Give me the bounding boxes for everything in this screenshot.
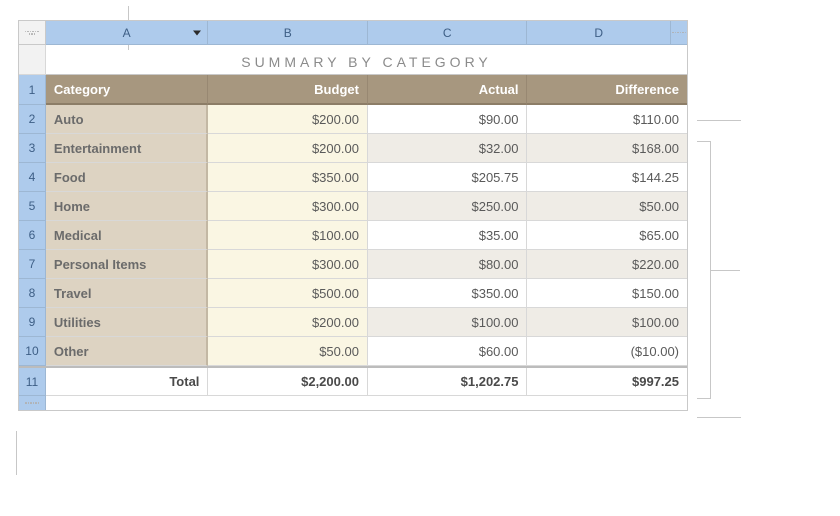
cell-actual[interactable]: $250.00 — [368, 192, 528, 221]
cell-actual[interactable]: $90.00 — [368, 105, 528, 134]
table-row: 5 Home $300.00 $250.00 $50.00 — [19, 192, 687, 221]
cell-actual[interactable]: $35.00 — [368, 221, 528, 250]
column-header-b[interactable]: B — [208, 21, 368, 45]
callout-line — [697, 141, 711, 142]
add-row-handle[interactable] — [19, 396, 46, 410]
callout-line — [697, 398, 711, 399]
cell-category[interactable]: Entertainment — [46, 134, 209, 163]
cell-budget[interactable]: $500.00 — [208, 279, 368, 308]
table-title-row: SUMMARY BY CATEGORY — [19, 45, 687, 75]
header-cell-category[interactable]: Category — [46, 75, 209, 105]
footer-budget[interactable]: $2,200.00 — [208, 368, 368, 396]
row-header[interactable]: 5 — [19, 192, 46, 221]
cell-actual[interactable]: $80.00 — [368, 250, 528, 279]
row-header[interactable]: 4 — [19, 163, 46, 192]
cell-difference[interactable]: $110.00 — [527, 105, 687, 134]
column-header-a[interactable]: A — [46, 21, 209, 45]
cell-category[interactable]: Other — [46, 337, 209, 366]
cell-difference[interactable]: $50.00 — [527, 192, 687, 221]
cell-difference[interactable]: ($10.00) — [527, 337, 687, 366]
spreadsheet-table: A B C D SUMMARY BY CATEGORY 1 Category B… — [18, 20, 688, 411]
footer-difference[interactable]: $997.25 — [527, 368, 687, 396]
cell-budget[interactable]: $100.00 — [208, 221, 368, 250]
cell-actual[interactable]: $100.00 — [368, 308, 528, 337]
cell-budget[interactable]: $350.00 — [208, 163, 368, 192]
column-header-row: A B C D — [19, 21, 687, 45]
cell-category[interactable]: Medical — [46, 221, 209, 250]
row-header[interactable]: 11 — [19, 368, 46, 396]
cell-actual[interactable]: $350.00 — [368, 279, 528, 308]
table-footer-row: 11 Total $2,200.00 $1,202.75 $997.25 — [19, 366, 687, 396]
row-header[interactable]: 2 — [19, 105, 46, 134]
grip-icon — [672, 25, 687, 40]
cell-budget[interactable]: $300.00 — [208, 192, 368, 221]
header-cell-budget[interactable]: Budget — [208, 75, 368, 105]
row-header[interactable]: 10 — [19, 337, 46, 366]
cell-budget[interactable]: $200.00 — [208, 134, 368, 163]
cell-difference[interactable]: $150.00 — [527, 279, 687, 308]
column-letter: D — [527, 26, 670, 40]
cell-difference[interactable]: $65.00 — [527, 221, 687, 250]
table-row: 9 Utilities $200.00 $100.00 $100.00 — [19, 308, 687, 337]
callout-line — [16, 431, 17, 475]
footer-label[interactable]: Total — [46, 368, 209, 396]
row-header[interactable]: 8 — [19, 279, 46, 308]
cell-difference[interactable]: $144.25 — [527, 163, 687, 192]
row-header-blank — [19, 45, 46, 75]
table-row: 8 Travel $500.00 $350.00 $150.00 — [19, 279, 687, 308]
cell-difference[interactable]: $168.00 — [527, 134, 687, 163]
cell-category[interactable]: Personal Items — [46, 250, 209, 279]
add-row-handle-row — [19, 396, 687, 410]
cell-category[interactable]: Food — [46, 163, 209, 192]
table-header-row: 1 Category Budget Actual Difference — [19, 75, 687, 105]
table-row: 2 Auto $200.00 $90.00 $110.00 — [19, 105, 687, 134]
column-letter: B — [208, 26, 367, 40]
column-letter: A — [46, 26, 208, 40]
cell-category[interactable]: Travel — [46, 279, 209, 308]
row-header[interactable]: 1 — [19, 75, 46, 105]
table-row: 10 Other $50.00 $60.00 ($10.00) — [19, 337, 687, 366]
cell-budget[interactable]: $200.00 — [208, 308, 368, 337]
blank — [46, 396, 687, 410]
column-letter: C — [368, 26, 527, 40]
column-header-c[interactable]: C — [368, 21, 528, 45]
cell-category[interactable]: Home — [46, 192, 209, 221]
cell-actual[interactable]: $60.00 — [368, 337, 528, 366]
row-header[interactable]: 7 — [19, 250, 46, 279]
table-row: 4 Food $350.00 $205.75 $144.25 — [19, 163, 687, 192]
grip-icon — [25, 396, 40, 411]
callout-line — [710, 270, 740, 271]
cell-budget[interactable]: $200.00 — [208, 105, 368, 134]
table-row: 3 Entertainment $200.00 $32.00 $168.00 — [19, 134, 687, 163]
cell-actual[interactable]: $205.75 — [368, 163, 528, 192]
callout-line — [697, 417, 741, 418]
table-title[interactable]: SUMMARY BY CATEGORY — [46, 45, 687, 75]
chevron-down-icon[interactable] — [193, 30, 201, 35]
cell-difference[interactable]: $220.00 — [527, 250, 687, 279]
header-cell-difference[interactable]: Difference — [527, 75, 687, 105]
cell-category[interactable]: Auto — [46, 105, 209, 134]
cell-budget[interactable]: $50.00 — [208, 337, 368, 366]
row-header[interactable]: 6 — [19, 221, 46, 250]
select-all-corner[interactable] — [19, 21, 46, 45]
cell-difference[interactable]: $100.00 — [527, 308, 687, 337]
row-header[interactable]: 9 — [19, 308, 46, 337]
table-row: 6 Medical $100.00 $35.00 $65.00 — [19, 221, 687, 250]
add-column-handle[interactable] — [671, 21, 687, 45]
footer-actual[interactable]: $1,202.75 — [368, 368, 528, 396]
callout-line — [697, 120, 741, 121]
column-header-d[interactable]: D — [527, 21, 671, 45]
grip-icon — [24, 25, 39, 40]
cell-category[interactable]: Utilities — [46, 308, 209, 337]
cell-budget[interactable]: $300.00 — [208, 250, 368, 279]
cell-actual[interactable]: $32.00 — [368, 134, 528, 163]
row-header[interactable]: 3 — [19, 134, 46, 163]
table-row: 7 Personal Items $300.00 $80.00 $220.00 — [19, 250, 687, 279]
header-cell-actual[interactable]: Actual — [368, 75, 528, 105]
